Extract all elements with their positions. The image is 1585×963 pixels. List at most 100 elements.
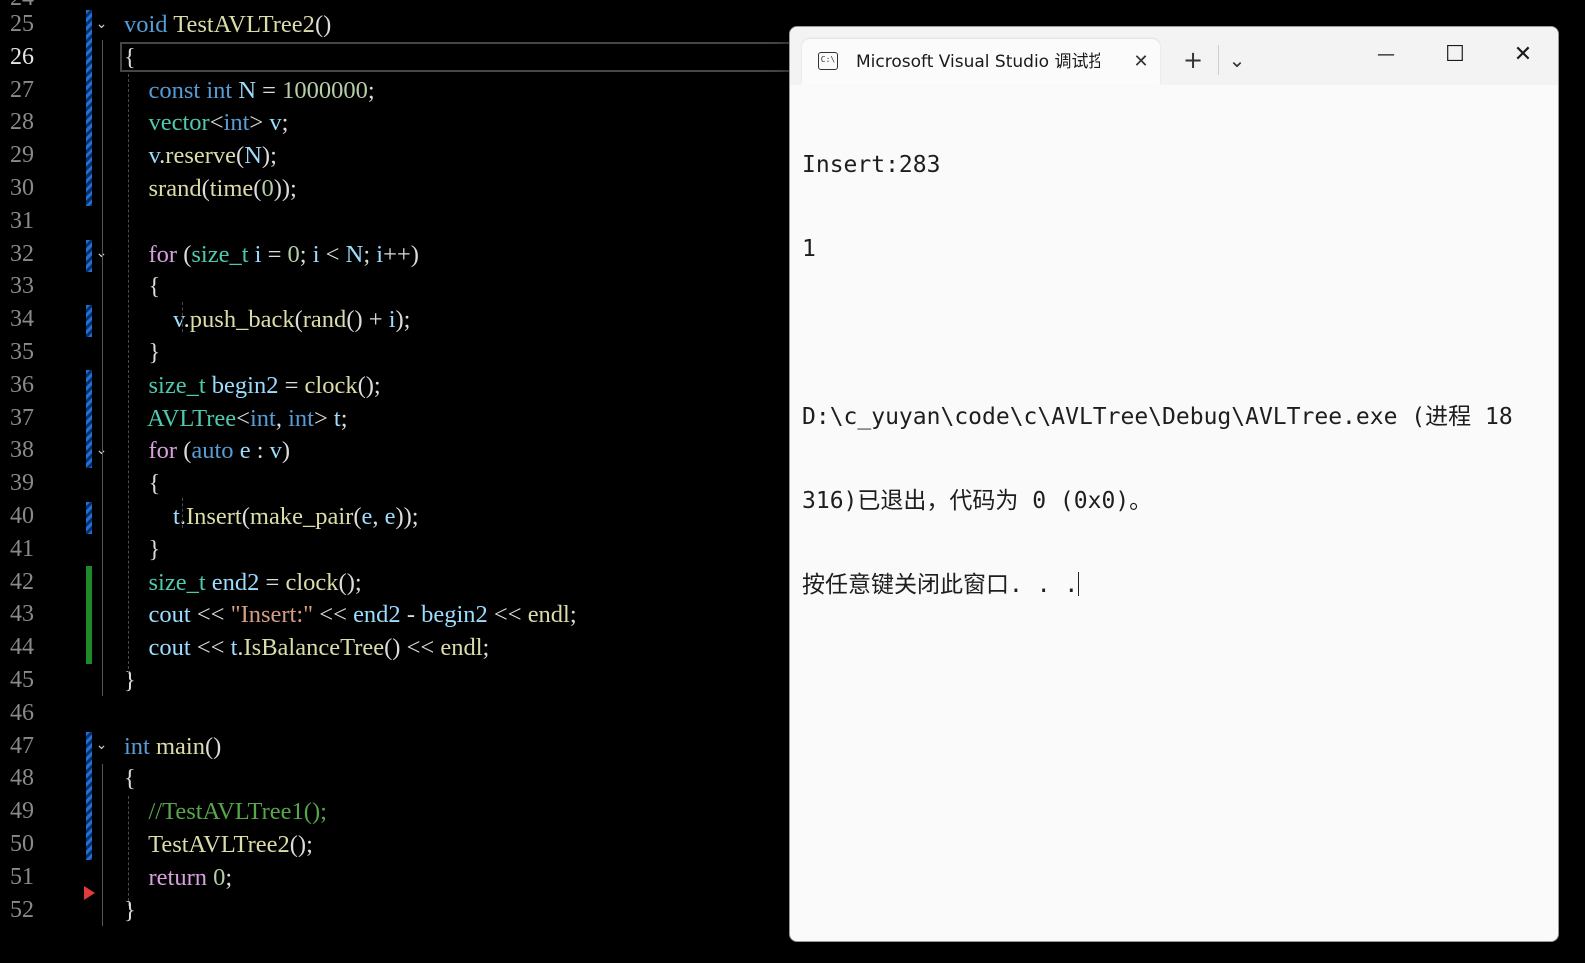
minimize-button[interactable]: — [1352, 35, 1420, 75]
code-line[interactable]: 43 cout << "Insert:" << end2 - begin2 <<… [0, 598, 800, 631]
code-line[interactable]: 45} [0, 664, 800, 697]
chevron-down-icon[interactable]: ⌄ [1222, 43, 1252, 77]
code-text[interactable]: } [124, 894, 136, 927]
code-text[interactable]: const int N = 1000000; [124, 74, 375, 107]
code-text[interactable]: size_t end2 = clock(); [124, 566, 362, 599]
code-token: reserve [165, 142, 237, 170]
code-text[interactable]: void TestAVLTree2() [124, 8, 331, 41]
code-token: i [312, 240, 320, 268]
code-line[interactable]: 35 } [0, 336, 800, 369]
code-token: int [124, 732, 150, 760]
code-line[interactable]: 34 v.push_back(rand() + i); [0, 303, 800, 336]
code-text[interactable]: } [124, 336, 161, 369]
code-token: auto [191, 437, 234, 465]
code-token: v [269, 109, 282, 137]
code-line[interactable]: 37 AVLTree<int, int> t; [0, 402, 800, 435]
code-text[interactable]: t.Insert(make_pair(e, e)); [124, 500, 419, 533]
code-text[interactable]: } [124, 664, 136, 697]
code-line[interactable]: 29 v.reserve(N); [0, 139, 800, 172]
line-number: 36 [10, 371, 34, 398]
text-cursor [1078, 572, 1080, 596]
code-text[interactable]: cout << t.IsBalanceTree() << endl; [124, 631, 490, 664]
collapse-chevron-icon[interactable]: ⌄ [94, 738, 109, 753]
code-line[interactable]: 32 for (size_t i = 0; i < N; i++) [0, 238, 800, 271]
code-line[interactable]: 51 return 0; [0, 861, 800, 894]
code-line[interactable]: 30 srand(time(0)); [0, 172, 800, 205]
code-text[interactable]: size_t begin2 = clock(); [124, 369, 381, 402]
line-number: 29 [10, 142, 34, 169]
code-token: v [269, 437, 282, 465]
code-token: ( [177, 240, 192, 268]
code-token: push_back [189, 306, 295, 334]
code-token: rand [302, 306, 347, 334]
code-line[interactable]: 27 const int N = 1000000; [0, 74, 800, 107]
code-text[interactable]: { [124, 762, 136, 795]
code-text[interactable]: for (size_t i = 0; i < N; i++) [124, 238, 419, 271]
code-token: vector [148, 109, 210, 137]
output-line: 按任意键关闭此窗口. . . [802, 571, 1542, 599]
code-token: end2 [211, 568, 260, 596]
code-token: (); [338, 568, 362, 596]
code-token: for [148, 437, 178, 465]
line-number: 45 [10, 667, 34, 693]
code-token: - [400, 601, 422, 629]
code-text[interactable]: vector<int> v; [124, 106, 289, 139]
code-token: } [124, 896, 136, 924]
code-line[interactable]: 33 { [0, 270, 800, 303]
code-line[interactable]: 46 [0, 697, 800, 730]
code-token: void [124, 11, 168, 38]
line-number: 35 [10, 339, 34, 365]
code-line[interactable]: 47 int main() [0, 730, 800, 763]
code-text[interactable]: v.reserve(N); [124, 139, 277, 172]
code-token: endl [527, 601, 570, 629]
code-line[interactable]: 42 size_t end2 = clock(); [0, 566, 800, 599]
maximize-button[interactable]: ☐ [1421, 35, 1489, 75]
code-line[interactable]: 31 [0, 205, 800, 238]
code-line[interactable]: 25 void TestAVLTree2() [0, 8, 800, 41]
code-text[interactable]: //TestAVLTree1(); [124, 795, 327, 828]
code-text[interactable]: cout << "Insert:" << end2 - begin2 << en… [124, 598, 577, 631]
code-line[interactable]: 49 //TestAVLTree1(); [0, 795, 800, 828]
code-text[interactable]: int main() [124, 730, 221, 763]
code-token: ++) [383, 240, 419, 268]
code-token: (); [357, 371, 381, 399]
code-text[interactable]: TestAVLTree2(); [124, 828, 313, 861]
changed-lines-marker [86, 305, 92, 337]
code-token: )); [395, 503, 419, 530]
code-text[interactable]: { [124, 467, 161, 500]
code-text[interactable]: for (auto e : v) [124, 434, 291, 467]
code-text[interactable]: { [124, 270, 161, 303]
code-line[interactable]: 50 TestAVLTree2(); [0, 828, 800, 861]
code-line[interactable]: 26 { [0, 41, 800, 74]
code-line[interactable]: 41 } [0, 533, 800, 566]
code-text[interactable]: AVLTree<int, int> t; [124, 402, 347, 435]
close-window-button[interactable]: ✕ [1489, 35, 1557, 75]
code-line[interactable]: 28 vector<int> v; [0, 106, 800, 139]
code-line[interactable]: 36 size_t begin2 = clock(); [0, 369, 800, 402]
code-token: i [388, 306, 396, 334]
console-window[interactable]: C:\ Microsoft Visual Studio 调试控 ✕ + ⌄ — … [789, 26, 1559, 942]
code-line[interactable]: 52} [0, 894, 800, 927]
code-text[interactable]: v.push_back(rand() + i); [124, 303, 410, 336]
indent-guide [128, 796, 129, 906]
code-text[interactable]: srand(time(0)); [124, 172, 297, 205]
code-token: IsBalanceTree [243, 634, 385, 662]
console-tab[interactable]: C:\ Microsoft Visual Studio 调试控 ✕ [802, 39, 1160, 85]
line-number: 48 [10, 765, 34, 792]
code-text[interactable]: { [124, 41, 136, 74]
changed-lines-marker [86, 502, 92, 534]
code-line[interactable]: 44 cout << t.IsBalanceTree() << endl; [0, 631, 800, 664]
code-token: e [361, 503, 373, 530]
code-line[interactable]: 40 t.Insert(make_pair(e, e)); [0, 500, 800, 533]
code-token: ( [294, 306, 303, 334]
new-tab-button[interactable]: + [1176, 43, 1210, 77]
close-tab-icon[interactable]: ✕ [1130, 49, 1152, 75]
code-line[interactable]: 48 { [0, 762, 800, 795]
code-line[interactable]: 38 for (auto e : v) [0, 434, 800, 467]
code-line[interactable]: 39 { [0, 467, 800, 500]
code-text[interactable]: return 0; [124, 861, 233, 894]
code-text[interactable]: } [124, 533, 161, 566]
code-token: << [190, 634, 231, 662]
collapse-chevron-icon[interactable]: ⌄ [94, 17, 109, 32]
line-number: 28 [10, 109, 34, 136]
